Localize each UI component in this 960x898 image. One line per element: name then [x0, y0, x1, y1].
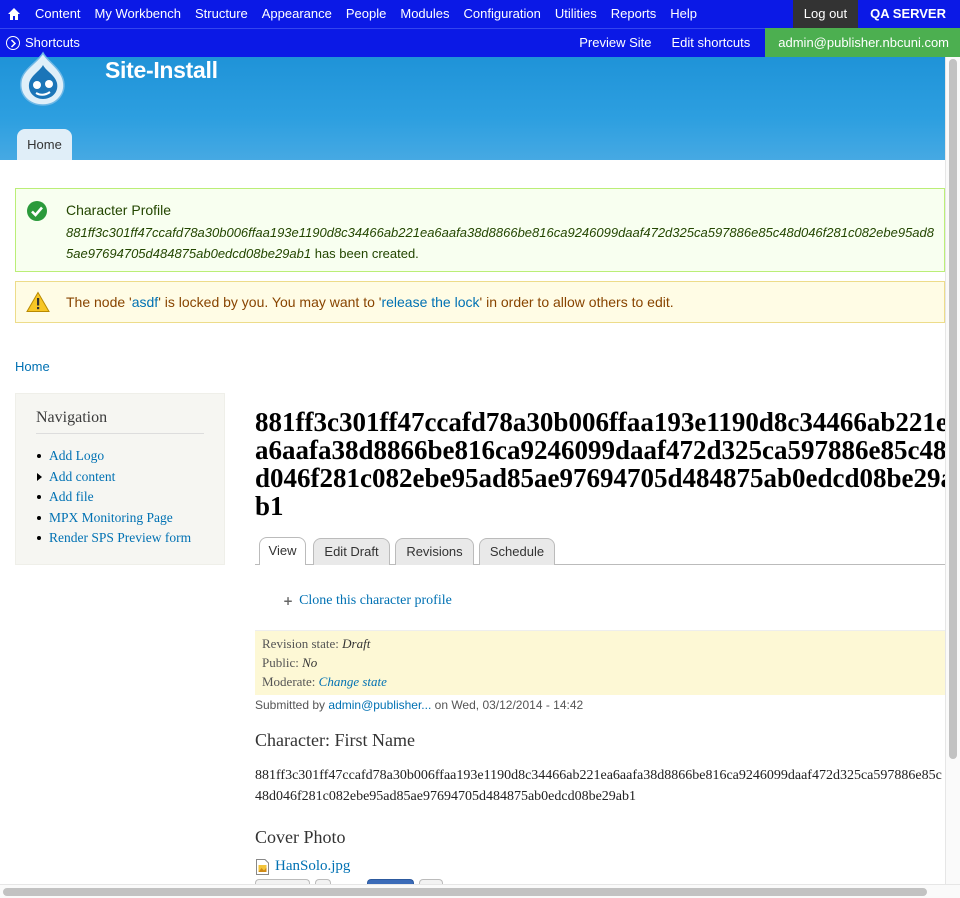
breadcrumb[interactable]: Home: [15, 359, 50, 374]
workbench-info: Revision state: Draft Public: No Moderat…: [255, 630, 945, 695]
status-body: 881ff3c301ff47ccafd78a30b006ffaa193e1190…: [66, 222, 941, 264]
edit-shortcuts-link[interactable]: Edit shortcuts: [662, 29, 761, 57]
image-file-icon: [256, 858, 269, 875]
warning-text: ' in order to allow others to edit.: [479, 294, 674, 310]
submitted-date: on Wed, 03/12/2014 - 14:42: [434, 698, 584, 712]
revision-state-label: Revision state:: [262, 636, 339, 651]
checkmark-icon: [27, 201, 47, 221]
divider: [36, 433, 204, 434]
submitted-label: Submitted by: [255, 698, 326, 712]
status-title: Character Profile: [66, 202, 172, 218]
scrollbar-thumb[interactable]: [949, 59, 957, 759]
author-link[interactable]: admin@publisher...: [328, 698, 431, 712]
status-suffix: has been created.: [314, 246, 419, 261]
change-state-link[interactable]: Change state: [319, 674, 387, 689]
vertical-scrollbar[interactable]: [945, 57, 960, 886]
field-label-cover-photo: Cover Photo: [255, 827, 346, 847]
chevron-right-icon: [6, 35, 20, 50]
nav-item: Render SPS Preview form: [36, 528, 191, 549]
menu-reports[interactable]: Reports: [604, 0, 664, 28]
scrollbar-thumb[interactable]: [3, 888, 927, 896]
warning-text: The node ': [66, 294, 132, 310]
menu-help[interactable]: Help: [663, 0, 704, 28]
nav-link-add-content[interactable]: Add content: [49, 469, 115, 484]
drupal-logo-icon[interactable]: [13, 51, 73, 109]
site-header: Site-Install Home: [0, 51, 945, 160]
nav-item: Add content: [36, 467, 191, 488]
menu-appearance[interactable]: Appearance: [255, 0, 339, 28]
warning-icon: [26, 291, 50, 312]
server-label: QA SERVER: [858, 0, 960, 28]
cover-photo-link[interactable]: HanSolo.jpg: [275, 858, 350, 875]
public-label: Public:: [262, 655, 299, 670]
tab-schedule[interactable]: Schedule: [479, 538, 555, 565]
navigation-block: Navigation Add Logo Add content Add file…: [15, 393, 225, 565]
nav-link-mpx-monitoring[interactable]: MPX Monitoring Page: [49, 510, 173, 525]
shortcut-links: Preview Site Edit shortcuts admin@publis…: [569, 28, 960, 57]
warning-message: The node 'asdf' is locked by you. You ma…: [15, 281, 945, 323]
navigation-list: Add Logo Add content Add file MPX Monito…: [36, 446, 191, 549]
nav-link-add-logo[interactable]: Add Logo: [49, 448, 104, 463]
menu-structure[interactable]: Structure: [188, 0, 255, 28]
toolbar-right: Log out QA SERVER: [792, 0, 960, 28]
nav-item: Add Logo: [36, 446, 191, 467]
nav-link-render-sps-preview[interactable]: Render SPS Preview form: [49, 530, 191, 545]
public-value: No: [302, 655, 318, 670]
home-icon[interactable]: [0, 0, 28, 28]
tab-view[interactable]: View: [259, 537, 306, 565]
clone-action: + Clone this character profile: [283, 593, 452, 609]
page-title: 881ff3c301ff47ccafd78a30b006ffaa193e1190…: [255, 407, 955, 521]
field-label-first-name: Character: First Name: [255, 730, 415, 750]
bullet-icon: [37, 536, 41, 540]
bullet-icon: [37, 515, 41, 520]
public-row: Public: No: [262, 655, 317, 671]
tab-revisions[interactable]: Revisions: [395, 538, 474, 565]
horizontal-scrollbar[interactable]: [0, 884, 960, 898]
moderate-label: Moderate:: [262, 674, 316, 689]
menu-utilities[interactable]: Utilities: [548, 0, 604, 28]
plus-icon: +: [283, 594, 294, 608]
nav-item: MPX Monitoring Page: [36, 508, 191, 529]
menu-configuration[interactable]: Configuration: [457, 0, 548, 28]
warning-text: ' is locked by you. You may want to ': [158, 294, 382, 310]
field-value-first-name: 881ff3c301ff47ccafd78a30b006ffaa193e1190…: [255, 768, 942, 804]
menu-modules[interactable]: Modules: [393, 0, 456, 28]
clone-link[interactable]: Clone this character profile: [299, 593, 452, 609]
tab-home[interactable]: Home: [17, 129, 72, 160]
menu-content[interactable]: Content: [28, 0, 88, 28]
cover-photo-file: HanSolo.jpg: [256, 858, 350, 875]
nav-item: Add file: [36, 487, 191, 508]
submitted-info: Submitted by admin@publisher... on Wed, …: [255, 698, 583, 712]
revision-state-value: Draft: [342, 636, 371, 651]
logout-button[interactable]: Log out: [792, 0, 859, 28]
revision-state-row: Revision state: Draft: [262, 636, 370, 652]
moderate-row: Moderate: Change state: [262, 674, 387, 690]
site-name[interactable]: Site-Install: [105, 57, 218, 84]
collapsed-arrow-icon: [37, 472, 42, 481]
menu-my-workbench[interactable]: My Workbench: [88, 0, 188, 28]
nav-link-add-file[interactable]: Add file: [49, 489, 94, 504]
menu-people[interactable]: People: [339, 0, 393, 28]
release-lock-link[interactable]: release the lock: [381, 294, 479, 310]
content-tabs: View Edit Draft Revisions Schedule: [255, 536, 945, 565]
admin-toolbar: Content My Workbench Structure Appearanc…: [0, 0, 960, 57]
node-link[interactable]: asdf: [132, 294, 158, 310]
preview-site-link[interactable]: Preview Site: [569, 29, 661, 57]
bullet-icon: [37, 495, 41, 499]
status-message: Character Profile 881ff3c301ff47ccafd78a…: [15, 188, 945, 272]
tab-edit-draft[interactable]: Edit Draft: [313, 538, 390, 565]
shortcut-bar: Shortcuts Preview Site Edit shortcuts ad…: [0, 28, 960, 57]
bullet-icon: [37, 454, 41, 458]
navigation-title: Navigation: [36, 409, 108, 426]
admin-menu: Content My Workbench Structure Appearanc…: [0, 0, 960, 28]
user-account-link[interactable]: admin@publisher.nbcuni.com: [765, 28, 960, 57]
warning-body: The node 'asdf' is locked by you. You ma…: [66, 294, 674, 310]
status-node-title: 881ff3c301ff47ccafd78a30b006ffaa193e1190…: [66, 225, 934, 261]
